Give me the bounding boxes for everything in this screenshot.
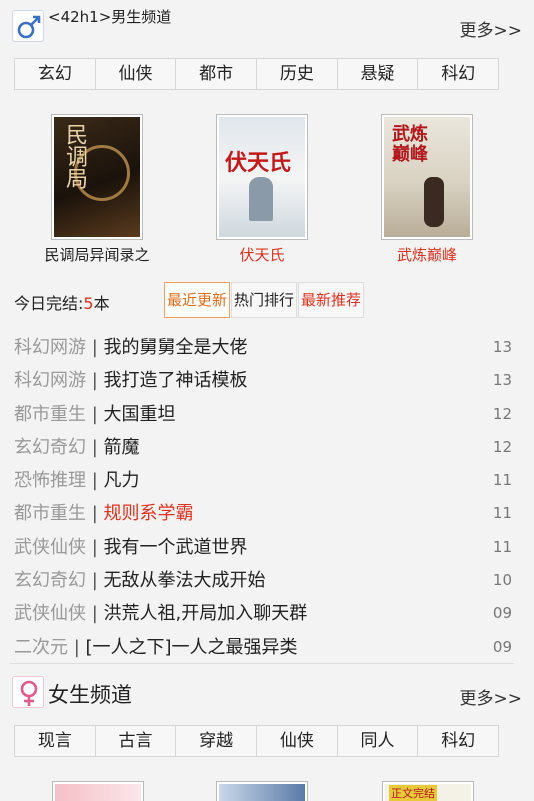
genre-tab[interactable]: 历史 [257,59,338,89]
female-genre-row: 现言 古言 穿越 仙侠 同人 科幻 [14,725,499,757]
list-time: 12 [492,437,512,456]
update-list: 科幻网游 | 我的舅舅全是大佬 13 科幻网游 | 我打造了神话模板 13 都市… [14,331,520,664]
list-item[interactable]: 武侠仙侠 | 洪荒人祖,开局加入聊天群 09 [14,597,520,630]
list-title[interactable]: 规则系学霸 [104,503,194,524]
list-item[interactable]: 二次元 | [一人之下]一人之最强异类 09 [14,631,520,664]
list-time: 12 [492,404,512,423]
book-title[interactable]: 民调局异闻录之 [17,244,177,265]
male-channel-header: <42h1>男生频道 更多>> [12,8,523,44]
list-category[interactable]: 玄幻奇幻 [14,437,86,458]
list-item[interactable]: 武侠仙侠 | 我有一个武道世界 11 [14,531,520,564]
genre-tab[interactable]: 穿越 [176,726,258,756]
list-category[interactable]: 武侠仙侠 [14,603,86,624]
list-title[interactable]: 箭魔 [104,437,140,458]
male-symbol-icon [12,10,44,42]
genre-tab[interactable]: 现言 [15,726,96,756]
list-item[interactable]: 科幻网游 | 我打造了神话模板 13 [14,364,520,397]
list-time: 09 [492,637,512,656]
list-title[interactable]: 我打造了神话模板 [104,370,248,391]
cover-text: 武炼巅峰 [392,124,428,165]
list-title[interactable]: 大国重坦 [104,404,176,425]
list-title[interactable]: [一人之下]一人之最强异类 [86,637,298,658]
list-time: 10 [492,571,512,590]
list-time: 11 [492,504,512,523]
list-tabs: 最近更新 热门排行 最新推荐 [164,282,365,318]
featured-book[interactable]: 伏天氏 伏天氏 [182,114,342,265]
list-category[interactable]: 二次元 [14,637,68,658]
male-more-link[interactable]: 更多>> [460,16,523,41]
genre-tab[interactable]: 仙侠 [257,726,338,756]
female-more-link[interactable]: 更多>> [460,684,523,709]
tab-recent-updates[interactable]: 最近更新 [164,282,231,318]
featured-book[interactable]: 民调局 民调局异闻录之 [17,114,177,265]
list-category[interactable]: 都市重生 [14,404,86,425]
book-cover[interactable]: 伏天氏 [216,114,308,240]
list-title[interactable]: 无敌从拳法大成开始 [104,570,266,591]
cover-text: 伏天氏 [225,150,292,176]
cover-text: 民调局 [62,123,87,189]
cover-text: 正文完结 [389,785,437,801]
list-title[interactable]: 我有一个武道世界 [104,537,248,558]
female-symbol-icon [12,676,44,708]
list-title[interactable]: 洪荒人祖,开局加入聊天群 [104,603,308,624]
completed-today: 今日完结:5本 [14,290,110,314]
list-title[interactable]: 凡力 [104,470,140,491]
male-channel-title: <42h1>男生频道 [48,8,172,26]
list-category[interactable]: 都市重生 [14,503,86,524]
book-cover[interactable]: 正文完结 [382,781,474,801]
list-category[interactable]: 科幻网游 [14,370,86,391]
book-cover[interactable]: 武炼巅峰 [381,114,473,240]
list-item[interactable]: 都市重生 | 大国重坦 12 [14,398,520,431]
genre-tab[interactable]: 科幻 [418,726,498,756]
female-channel-header: 女生频道 更多>> [12,676,522,710]
list-item[interactable]: 恐怖推理 | 凡力 11 [14,464,520,497]
book-cover[interactable] [52,781,144,801]
list-item[interactable]: 玄幻奇幻 | 箭魔 12 [14,431,520,464]
list-category[interactable]: 武侠仙侠 [14,537,86,558]
list-category[interactable]: 科幻网游 [14,337,86,358]
list-time: 13 [492,338,512,356]
genre-tab[interactable]: 古言 [96,726,177,756]
genre-tab[interactable]: 悬疑 [338,59,419,89]
female-channel-title: 女生频道 [48,683,132,707]
genre-tab[interactable]: 科幻 [418,59,498,89]
tab-hot-ranking[interactable]: 热门排行 [231,282,298,318]
list-item[interactable]: 科幻网游 | 我的舅舅全是大佬 13 [14,331,520,364]
list-item[interactable]: 玄幻奇幻 | 无敌从拳法大成开始 10 [14,564,520,597]
book-cover[interactable] [216,781,308,801]
list-time: 11 [492,471,512,490]
tab-latest-recommend[interactable]: 最新推荐 [298,282,365,318]
genre-tab[interactable]: 同人 [338,726,419,756]
completed-unit: 本 [93,294,110,313]
list-category[interactable]: 恐怖推理 [14,470,86,491]
list-time: 09 [492,604,512,623]
list-item[interactable]: 都市重生 | 规则系学霸 11 [14,497,520,530]
book-title[interactable]: 武炼巅峰 [347,244,507,265]
list-category[interactable]: 玄幻奇幻 [14,570,86,591]
male-genre-row: 玄幻 仙侠 都市 历史 悬疑 科幻 [14,58,499,90]
genre-tab[interactable]: 玄幻 [15,59,96,89]
section-divider [10,663,514,664]
book-cover[interactable]: 民调局 [51,114,143,240]
genre-tab[interactable]: 都市 [176,59,258,89]
list-time: 11 [492,537,512,556]
list-title[interactable]: 我的舅舅全是大佬 [104,337,248,358]
featured-book[interactable]: 武炼巅峰 武炼巅峰 [347,114,507,265]
book-title[interactable]: 伏天氏 [182,244,342,265]
genre-tab[interactable]: 仙侠 [96,59,177,89]
completed-count: 5 [83,294,94,313]
completed-label: 今日完结: [14,294,84,313]
list-time: 13 [492,371,512,390]
